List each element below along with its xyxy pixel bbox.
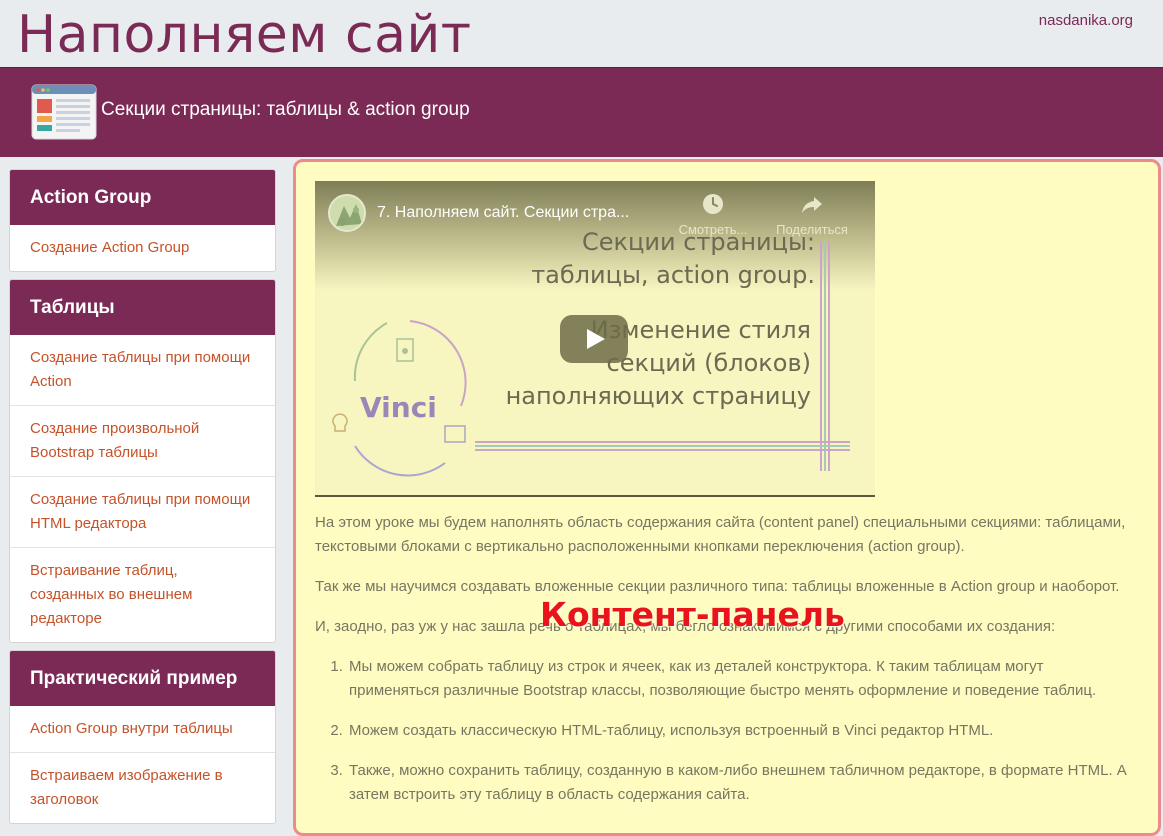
content-panel: 7. Наполняем сайт. Секции стра... Смотре… bbox=[293, 159, 1161, 836]
sidebar-item-html-editor-table[interactable]: Создание таблицы при помощи HTML редакто… bbox=[10, 476, 275, 547]
video-player[interactable]: 7. Наполняем сайт. Секции стра... Смотре… bbox=[315, 181, 875, 497]
web-page-icon bbox=[31, 84, 97, 140]
sidebar-item-create-action-group[interactable]: Создание Action Group bbox=[10, 225, 275, 271]
list-item: Можем создать классическую HTML-таблицу,… bbox=[347, 719, 1135, 743]
sidebar-section-practical-example: Практический пример Action Group внутри … bbox=[9, 650, 276, 824]
sidebar-item-action-group-in-table[interactable]: Action Group внутри таблицы bbox=[10, 706, 275, 752]
sidebar-section-title: Практический пример bbox=[10, 651, 275, 706]
sidebar-item-image-in-header[interactable]: Встраиваем изображение в заголовок bbox=[10, 752, 275, 823]
sidebar-section-action-group: Action Group Создание Action Group bbox=[9, 169, 276, 272]
sidebar-section-tables: Таблицы Создание таблицы при помощи Acti… bbox=[9, 279, 276, 643]
sidebar-section-title: Таблицы bbox=[10, 280, 275, 335]
play-button[interactable] bbox=[560, 315, 628, 363]
list-item: Также, можно сохранить таблицу, созданну… bbox=[347, 759, 1135, 807]
top-header: Наполняем сайт nasdanika.org bbox=[0, 0, 1163, 67]
content-text: На этом уроке мы будем наполнять область… bbox=[315, 511, 1135, 823]
site-title: Наполняем сайт bbox=[17, 5, 472, 65]
list-item: Мы можем собрать таблицу из строк и ячее… bbox=[347, 655, 1135, 703]
sidebar: Action Group Создание Action Group Табли… bbox=[9, 169, 276, 831]
page-title: Секции страницы: таблицы & action group bbox=[101, 99, 470, 120]
content-panel-annotation: Контент-панель bbox=[540, 595, 845, 634]
sidebar-item-external-editor-table[interactable]: Встраивание таблиц, созданных во внешнем… bbox=[10, 547, 275, 642]
sidebar-item-table-via-action[interactable]: Создание таблицы при помощи Action bbox=[10, 335, 275, 405]
sidebar-section-title: Action Group bbox=[10, 170, 275, 225]
page-banner: Секции страницы: таблицы & action group bbox=[0, 67, 1163, 157]
paragraph: На этом уроке мы будем наполнять область… bbox=[315, 514, 1126, 555]
vinci-logo-text: Vinci bbox=[360, 391, 437, 424]
site-link[interactable]: nasdanika.org bbox=[1039, 12, 1133, 29]
sidebar-item-bootstrap-table[interactable]: Создание произвольной Bootstrap таблицы bbox=[10, 405, 275, 476]
methods-list: Мы можем собрать таблицу из строк и ячее… bbox=[315, 655, 1135, 807]
